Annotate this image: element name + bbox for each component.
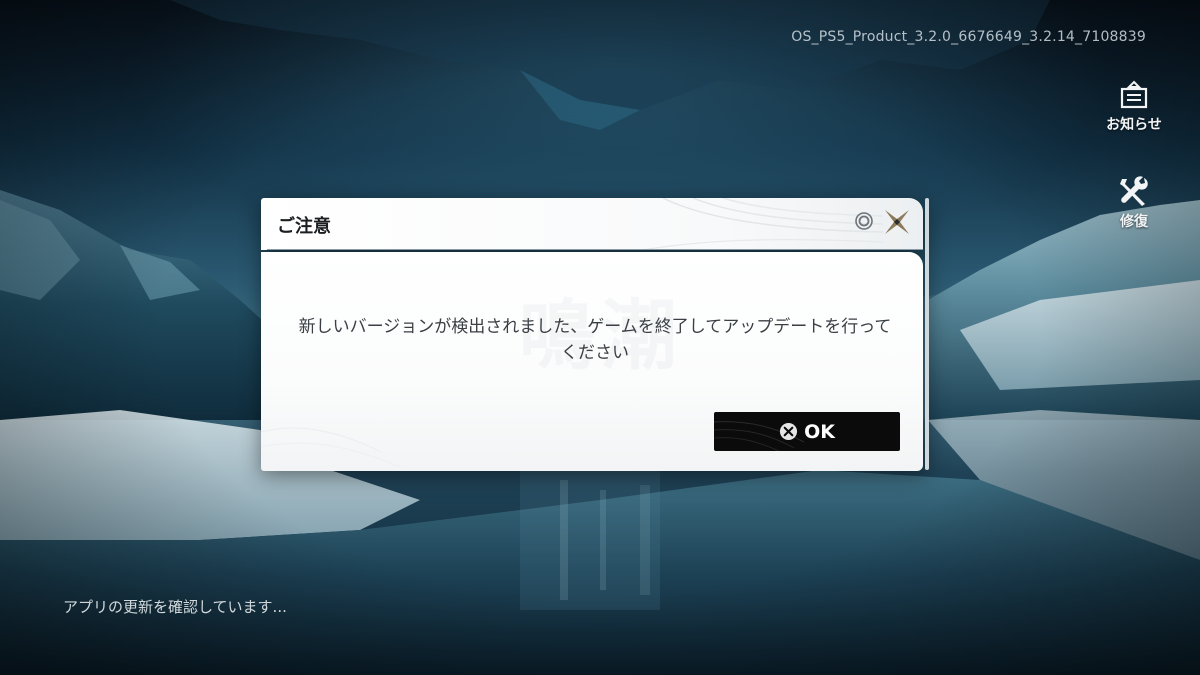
build-version-text: OS_PS5_Product_3.2.0_6676649_3.2.14_7108…: [791, 29, 1146, 45]
dialog-header: ご注意: [261, 198, 923, 250]
update-notice-dialog: ご注意 鳴潮 新しいバージョンが検出されました、ゲームを終了してアップデートを行…: [261, 198, 929, 473]
ps-circle-button-icon[interactable]: [855, 212, 873, 230]
header-decoration: [642, 198, 883, 250]
body-decoration: [261, 427, 402, 468]
game-launch-screen: OS_PS5_Product_3.2.0_6676649_3.2.14_7108…: [0, 0, 1200, 675]
ok-button-label: OK: [804, 420, 835, 443]
dialog-message: 新しいバージョンが検出されました、ゲームを終了してアップデートを行ってください: [298, 317, 892, 363]
close-x-icon[interactable]: [882, 207, 912, 237]
repair-button[interactable]: 修復: [1094, 175, 1174, 231]
repair-label: 修復: [1120, 214, 1148, 230]
ok-button[interactable]: OK: [714, 412, 900, 451]
notice-button[interactable]: お知らせ: [1094, 78, 1174, 134]
inbox-tray-icon: [1117, 78, 1151, 112]
update-check-status: アプリの更新を確認しています...: [63, 598, 287, 616]
ps-cross-button-icon: [780, 422, 798, 441]
dialog-frame-edge: [925, 198, 929, 470]
dialog-title: ご注意: [277, 216, 331, 237]
wrench-screwdriver-icon: [1117, 175, 1151, 209]
notice-label: お知らせ: [1106, 117, 1162, 133]
header-divider: [267, 249, 923, 250]
